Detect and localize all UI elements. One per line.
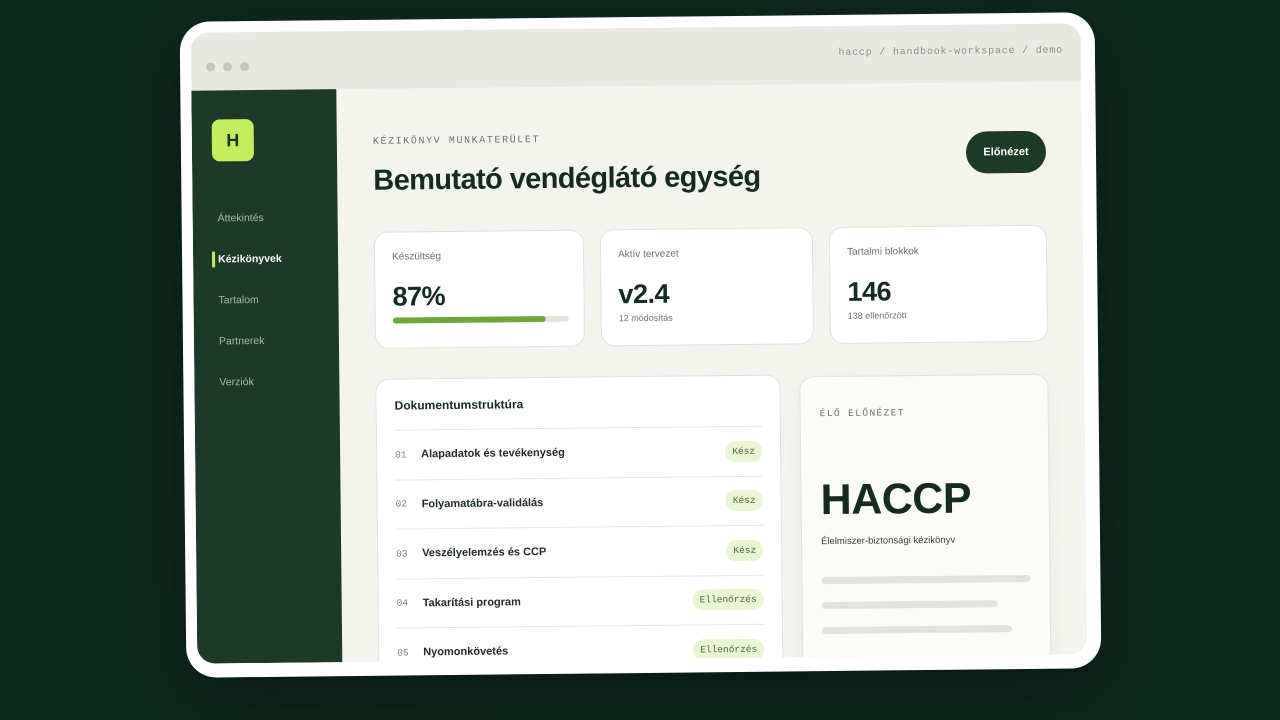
sidebar-item-attekintes[interactable]: Áttekintés (193, 209, 338, 252)
stat-card-active-draft: Aktív tervezet v2.4 12 módosítás (599, 227, 815, 347)
page-kicker: KÉZIKÖNYV MUNKATERÜLET (372, 135, 541, 148)
row-number: 03 (396, 548, 408, 560)
stat-card-completion: Készültség 87% (373, 229, 586, 349)
structure-row[interactable]: 01 Alapadatok és tevékenység Kész (394, 425, 763, 480)
sidebar: H Áttekintés Kézikönyvek Tartalom Partne… (191, 89, 343, 664)
completion-progress-bar (392, 315, 569, 324)
window-dot-close[interactable] (206, 62, 216, 72)
stat-label: Tartalmi blokkok (846, 246, 919, 258)
sidebar-item-tartalom[interactable]: Tartalom (193, 291, 338, 334)
status-badge: Ellenőrzés (693, 638, 765, 661)
breadcrumb: haccp / handbook-workspace / demo (838, 45, 1064, 59)
status-badge: Kész (726, 539, 764, 561)
row-label: Nyomonkövetés (423, 645, 509, 659)
panel-title: Dokumentumstruktúra (394, 397, 524, 413)
placeholder-line (821, 574, 1031, 585)
row-number: 04 (396, 597, 409, 609)
sidebar-item-partnerek[interactable]: Partnerek (194, 332, 339, 375)
live-preview-title: HACCP (820, 474, 972, 525)
structure-row[interactable]: 04 Takarítási program Ellenőrzés (396, 574, 764, 628)
live-preview-panel[interactable]: ÉLŐ ELŐNÉZET HACCP Élelmiszer-biztonsági… (799, 373, 1052, 664)
stat-sub: 12 módosítás (618, 312, 673, 324)
main-content: KÉZIKÖNYV MUNKATERÜLET Bemutató vendéglá… (336, 81, 1087, 664)
stat-value: v2.4 (618, 278, 670, 310)
stat-sub: 138 ellenőrzött (847, 310, 907, 321)
status-badge: Ellenőrzés (692, 588, 764, 611)
document-structure-panel: Dokumentumstruktúra 01 Alapadatok és tev… (375, 374, 784, 664)
row-label: Alapadatok és tevékenység (421, 447, 565, 461)
sidebar-item-kezikonyvek[interactable]: Kézikönyvek (193, 250, 338, 293)
window-controls (206, 62, 250, 72)
placeholder-line (821, 625, 1013, 635)
stat-card-content-blocks: Tartalmi blokkok 146 138 ellenőrzött (828, 224, 1048, 345)
preview-button[interactable]: Előnézet (965, 130, 1047, 174)
stat-label: Készültség (392, 251, 442, 263)
logo[interactable]: H (211, 119, 255, 162)
status-badge: Kész (725, 440, 763, 462)
live-preview-subtitle: Élelmiszer-biztonsági kézikönyv (821, 534, 956, 548)
row-number: 02 (395, 498, 408, 510)
window-dot-minimize[interactable] (223, 62, 233, 72)
structure-row[interactable]: 03 Veszélyelemzés és CCP Kész (395, 524, 764, 579)
row-label: Takarítási program (422, 596, 521, 610)
structure-row[interactable]: 05 Nyomonkövetés Ellenőrzés (396, 623, 765, 664)
browser-topbar: haccp / handbook-workspace / demo (190, 23, 1082, 91)
stat-label: Aktív tervezet (617, 248, 679, 261)
device-frame: haccp / handbook-workspace / demo H Átte… (179, 12, 1102, 678)
sidebar-item-verziok[interactable]: Verziók (194, 373, 339, 416)
structure-row[interactable]: 02 Folyamatábra-validálás Kész (395, 475, 763, 529)
row-number: 01 (395, 449, 407, 461)
placeholder-line (821, 600, 998, 610)
row-label: Veszélyelemzés és CCP (422, 546, 547, 560)
stat-value: 87% (392, 281, 446, 312)
window-dot-maximize[interactable] (240, 62, 250, 72)
row-number: 05 (397, 647, 409, 659)
page-title: Bemutató vendéglátó egység (373, 160, 761, 197)
stat-value: 146 (847, 276, 892, 307)
progress-fill (392, 315, 546, 324)
row-label: Folyamatábra-validálás (421, 496, 544, 511)
status-badge: Kész (725, 489, 763, 512)
app-window: haccp / handbook-workspace / demo H Átte… (190, 23, 1088, 664)
sidebar-nav: Áttekintés Kézikönyvek Tartalom Partnere… (193, 209, 340, 416)
live-preview-label: ÉLŐ ELŐNÉZET (819, 407, 906, 420)
